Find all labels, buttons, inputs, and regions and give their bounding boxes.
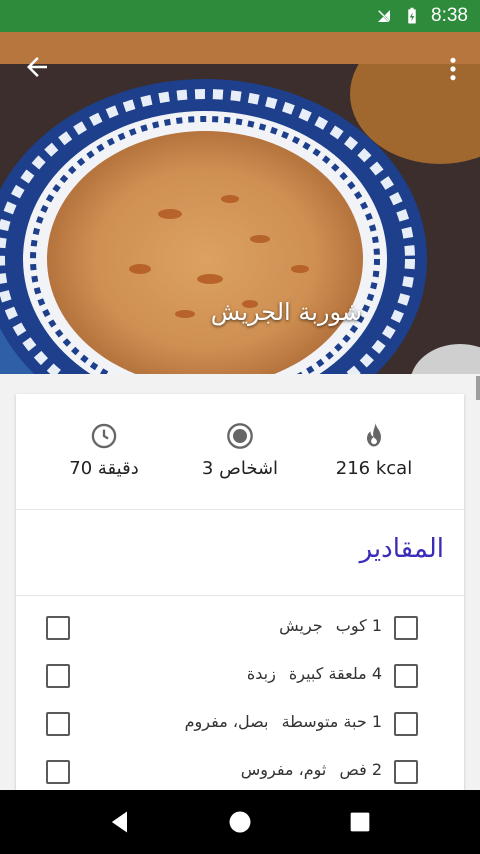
ingredient-checkbox-left[interactable] (46, 760, 70, 784)
recipe-hero-image: شوربة الجريش (0, 32, 480, 374)
ingredient-qty: 1 حبة متوسطة (281, 712, 382, 731)
ingredient-checkbox-left[interactable] (46, 616, 70, 640)
recipe-stats: 70 دقيقة 3 اشخاص 216 kcal (16, 394, 464, 510)
ingredients-list: 1 كوب جريش 4 ملعقة كبيرة زبدة 1 حبة متوس… (16, 596, 464, 788)
flame-icon (367, 423, 381, 447)
stat-servings-label: 3 اشخاص (201, 458, 279, 479)
nav-recents-icon[interactable] (346, 808, 374, 836)
ingredient-qty: 1 كوب (335, 616, 382, 635)
stat-time-label: 70 دقيقة (69, 458, 139, 479)
ingredients-title: المقادير (359, 534, 444, 564)
ingredient-checkbox[interactable] (394, 760, 418, 784)
ingredient-row: 1 حبة متوسطة بصل، مفروم (16, 692, 464, 740)
stat-calories-label: 216 kcal (335, 458, 413, 479)
ingredient-text: 1 حبة متوسطة بصل، مفروم (185, 712, 382, 731)
ingredient-checkbox[interactable] (394, 712, 418, 736)
recipe-content[interactable]: 70 دقيقة 3 اشخاص 216 kcal المقادير 1 كوب… (0, 374, 480, 790)
ingredient-row: 1 كوب جريش (16, 596, 464, 644)
ingredient-row: 2 فص ثوم، مفروس (16, 740, 464, 788)
ingredient-checkbox[interactable] (394, 616, 418, 640)
ingredient-text: 2 فص ثوم، مفروس (241, 760, 382, 779)
nav-home-icon[interactable] (226, 808, 254, 836)
arrow-back-icon[interactable] (22, 52, 52, 82)
ingredient-name: بصل، مفروم (184, 712, 269, 731)
ingredient-checkbox-left[interactable] (46, 664, 70, 688)
ingredient-name: زبدة (246, 664, 276, 683)
stat-calories: 216 kcal (304, 422, 444, 479)
status-time: 8:38 (431, 5, 468, 26)
nav-back-icon[interactable] (106, 808, 134, 836)
soup-bowl-illustration (0, 64, 480, 374)
radio-circle-icon (227, 423, 253, 449)
ingredient-name: جريش (279, 616, 323, 635)
ingredient-checkbox-left[interactable] (46, 712, 70, 736)
stat-servings: 3 اشخاص (170, 422, 310, 479)
ingredient-checkbox[interactable] (394, 664, 418, 688)
stat-time: 70 دقيقة (34, 422, 174, 479)
more-vert-icon[interactable] (448, 56, 458, 82)
ingredient-qty: 2 فص (339, 760, 382, 779)
clock-icon (91, 423, 117, 449)
status-bar: 8:38 (0, 0, 480, 32)
ingredients-header: المقادير (16, 510, 464, 596)
ingredient-text: 1 كوب جريش (279, 616, 382, 635)
ingredient-row: 4 ملعقة كبيرة زبدة (16, 644, 464, 692)
system-nav-bar (0, 790, 480, 854)
no-sim-icon (376, 8, 392, 24)
ingredient-name: ثوم، مفروس (240, 760, 327, 779)
scrollbar-thumb[interactable] (476, 376, 480, 400)
ingredient-text: 4 ملعقة كبيرة زبدة (247, 664, 382, 683)
ingredient-qty: 4 ملعقة كبيرة (288, 664, 382, 683)
recipe-card: 70 دقيقة 3 اشخاص 216 kcal المقادير 1 كوب… (16, 394, 464, 790)
battery-charging-icon (408, 7, 416, 24)
recipe-title: شوربة الجريش (210, 298, 362, 326)
